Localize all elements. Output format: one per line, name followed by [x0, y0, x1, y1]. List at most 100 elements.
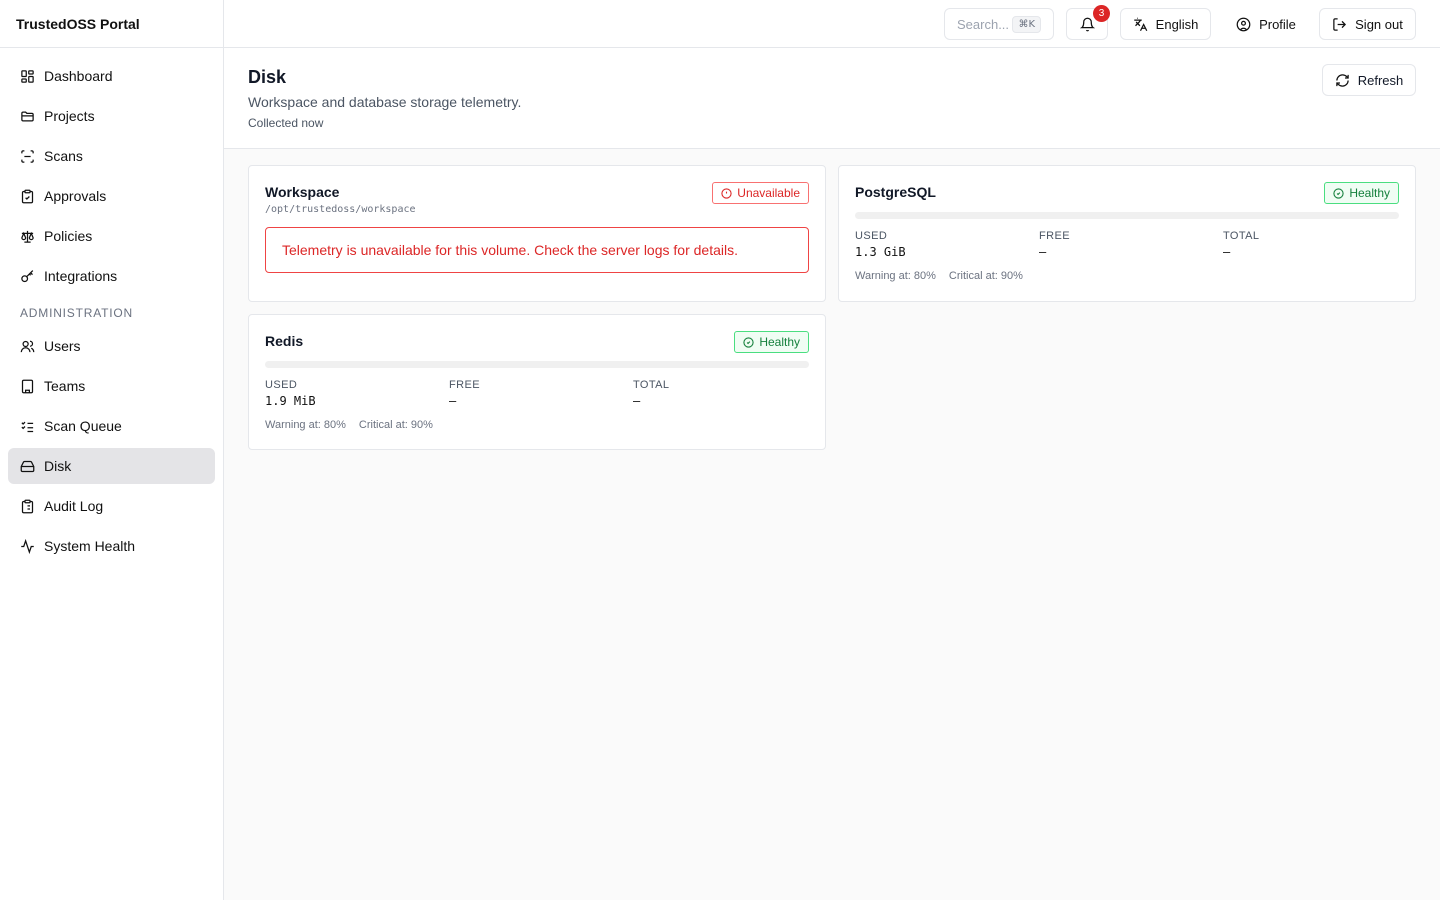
sidebar-item-label: Audit Log [44, 498, 104, 514]
users-icon [20, 340, 35, 352]
app-title: TrustedOSS Portal [0, 0, 223, 48]
search-input[interactable]: Search... ⌘K [944, 8, 1054, 40]
language-button[interactable]: English [1120, 8, 1211, 40]
sidebar-nav: Dashboard Projects Scans Approvals Polic… [0, 48, 223, 578]
sidebar-item-dashboard[interactable]: Dashboard [8, 58, 215, 94]
sidebar-item-policies[interactable]: Policies [8, 218, 215, 254]
sidebar-item-label: Integrations [44, 268, 118, 284]
status-label: Healthy [759, 335, 800, 349]
volume-name: Workspace [265, 184, 340, 200]
thresholds: Warning at: 80% Critical at: 90% [265, 419, 433, 431]
sidebar-item-label: Users [44, 338, 81, 354]
clipboard-list-icon [21, 499, 34, 513]
key-icon [21, 269, 34, 282]
total-stat: TOTAL — [1223, 230, 1259, 259]
free-value: — [1039, 245, 1047, 259]
status-badge: Healthy [734, 331, 809, 353]
used-value: 1.3 GiB [855, 245, 906, 259]
admin-section-label: ADMINISTRATION [20, 306, 133, 320]
used-stat: USED 1.3 GiB [855, 230, 906, 259]
sidebar: TrustedOSS Portal Dashboard Projects Sca… [0, 0, 224, 900]
page-description: Workspace and database storage telemetry… [248, 94, 522, 110]
activity-icon [21, 538, 34, 554]
used-value: 1.9 MiB [265, 394, 316, 408]
scale-icon [21, 230, 34, 243]
total-label: TOTAL [1223, 230, 1260, 242]
sidebar-item-label: Scans [44, 148, 83, 164]
sidebar-item-label: Teams [44, 378, 86, 394]
refresh-label: Refresh [1357, 72, 1404, 88]
error-alert: Telemetry is unavailable for this volume… [265, 227, 809, 273]
bell-icon [1079, 17, 1095, 31]
used-stat: USED 1.9 MiB [265, 379, 316, 408]
total-value: — [633, 394, 641, 408]
volume-name: Redis [265, 333, 304, 349]
building-icon [21, 379, 34, 393]
scan-icon [21, 149, 34, 163]
check-circle-icon [743, 336, 754, 348]
translate-icon [1133, 17, 1147, 31]
used-label: USED [265, 379, 298, 391]
page-header: Disk Workspace and database storage tele… [224, 48, 1440, 149]
sidebar-item-label: System Health [44, 538, 136, 554]
critical-threshold: Critical at: 90% [358, 419, 433, 431]
user-circle-icon [1236, 17, 1251, 31]
collected-timestamp: Collected now [248, 116, 324, 130]
status-badge: Unavailable [712, 182, 809, 204]
sidebar-item-users[interactable]: Users [8, 328, 215, 364]
volume-card-postgresql: PostgreSQL Healthy USED 1.3 GiB FREE — T… [838, 165, 1416, 302]
sidebar-item-disk[interactable]: Disk [8, 448, 215, 484]
thresholds: Warning at: 80% Critical at: 90% [855, 270, 1023, 282]
volume-name: PostgreSQL [855, 184, 936, 200]
sidebar-item-approvals[interactable]: Approvals [8, 178, 215, 214]
sidebar-item-system-health[interactable]: System Health [8, 528, 215, 564]
profile-label: Profile [1259, 16, 1296, 32]
sidebar-item-label: Scan Queue [44, 418, 122, 434]
sidebar-item-scans[interactable]: Scans [8, 138, 215, 174]
notifications-button[interactable]: 3 [1066, 5, 1110, 40]
warning-threshold: Warning at: 80% [265, 419, 346, 431]
alert-circle-icon [721, 187, 732, 199]
hard-drive-icon [20, 460, 35, 472]
usage-bar [855, 212, 1399, 219]
free-label: FREE [449, 379, 480, 391]
sidebar-item-label: Approvals [44, 188, 107, 204]
sidebar-item-projects[interactable]: Projects [8, 98, 215, 134]
sidebar-item-teams[interactable]: Teams [8, 368, 215, 404]
language-label: English [1155, 16, 1199, 32]
notification-count-badge: 3 [1093, 5, 1110, 22]
status-badge: Healthy [1324, 182, 1399, 204]
sidebar-item-integrations[interactable]: Integrations [8, 258, 215, 294]
free-stat: FREE — [1039, 230, 1070, 259]
profile-button[interactable]: Profile [1224, 8, 1308, 40]
sign-out-button[interactable]: Sign out [1319, 8, 1416, 40]
refresh-icon [1335, 73, 1349, 87]
volume-card-redis: Redis Healthy USED 1.9 MiB FREE — TOTAL … [248, 314, 826, 450]
status-label: Unavailable [737, 186, 800, 200]
search-placeholder: Search... [957, 16, 1010, 32]
dashboard-icon [21, 69, 34, 83]
status-label: Healthy [1349, 186, 1390, 200]
sidebar-item-audit-log[interactable]: Audit Log [8, 488, 215, 524]
volume-path: /opt/trustedoss/workspace [265, 204, 416, 215]
total-stat: TOTAL — [633, 379, 669, 408]
sidebar-item-label: Projects [44, 108, 95, 124]
total-label: TOTAL [633, 379, 670, 391]
topbar: Search... ⌘K 3 English Profile Sign out [224, 0, 1440, 48]
list-checks-icon [21, 421, 34, 432]
page-title: Disk [248, 67, 287, 87]
sign-out-label: Sign out [1355, 16, 1403, 32]
total-value: — [1223, 245, 1231, 259]
free-value: — [449, 394, 457, 408]
warning-threshold: Warning at: 80% [855, 270, 936, 282]
free-stat: FREE — [449, 379, 480, 408]
used-label: USED [855, 230, 888, 242]
sidebar-item-label: Dashboard [44, 68, 113, 84]
refresh-button[interactable]: Refresh [1322, 64, 1416, 96]
sidebar-item-label: Policies [44, 228, 93, 244]
sidebar-item-scan-queue[interactable]: Scan Queue [8, 408, 215, 444]
search-shortcut: ⌘K [1012, 15, 1041, 33]
clipboard-check-icon [21, 189, 34, 203]
volume-card-workspace: Workspace /opt/trustedoss/workspace Unav… [248, 165, 826, 302]
critical-threshold: Critical at: 90% [948, 270, 1023, 282]
